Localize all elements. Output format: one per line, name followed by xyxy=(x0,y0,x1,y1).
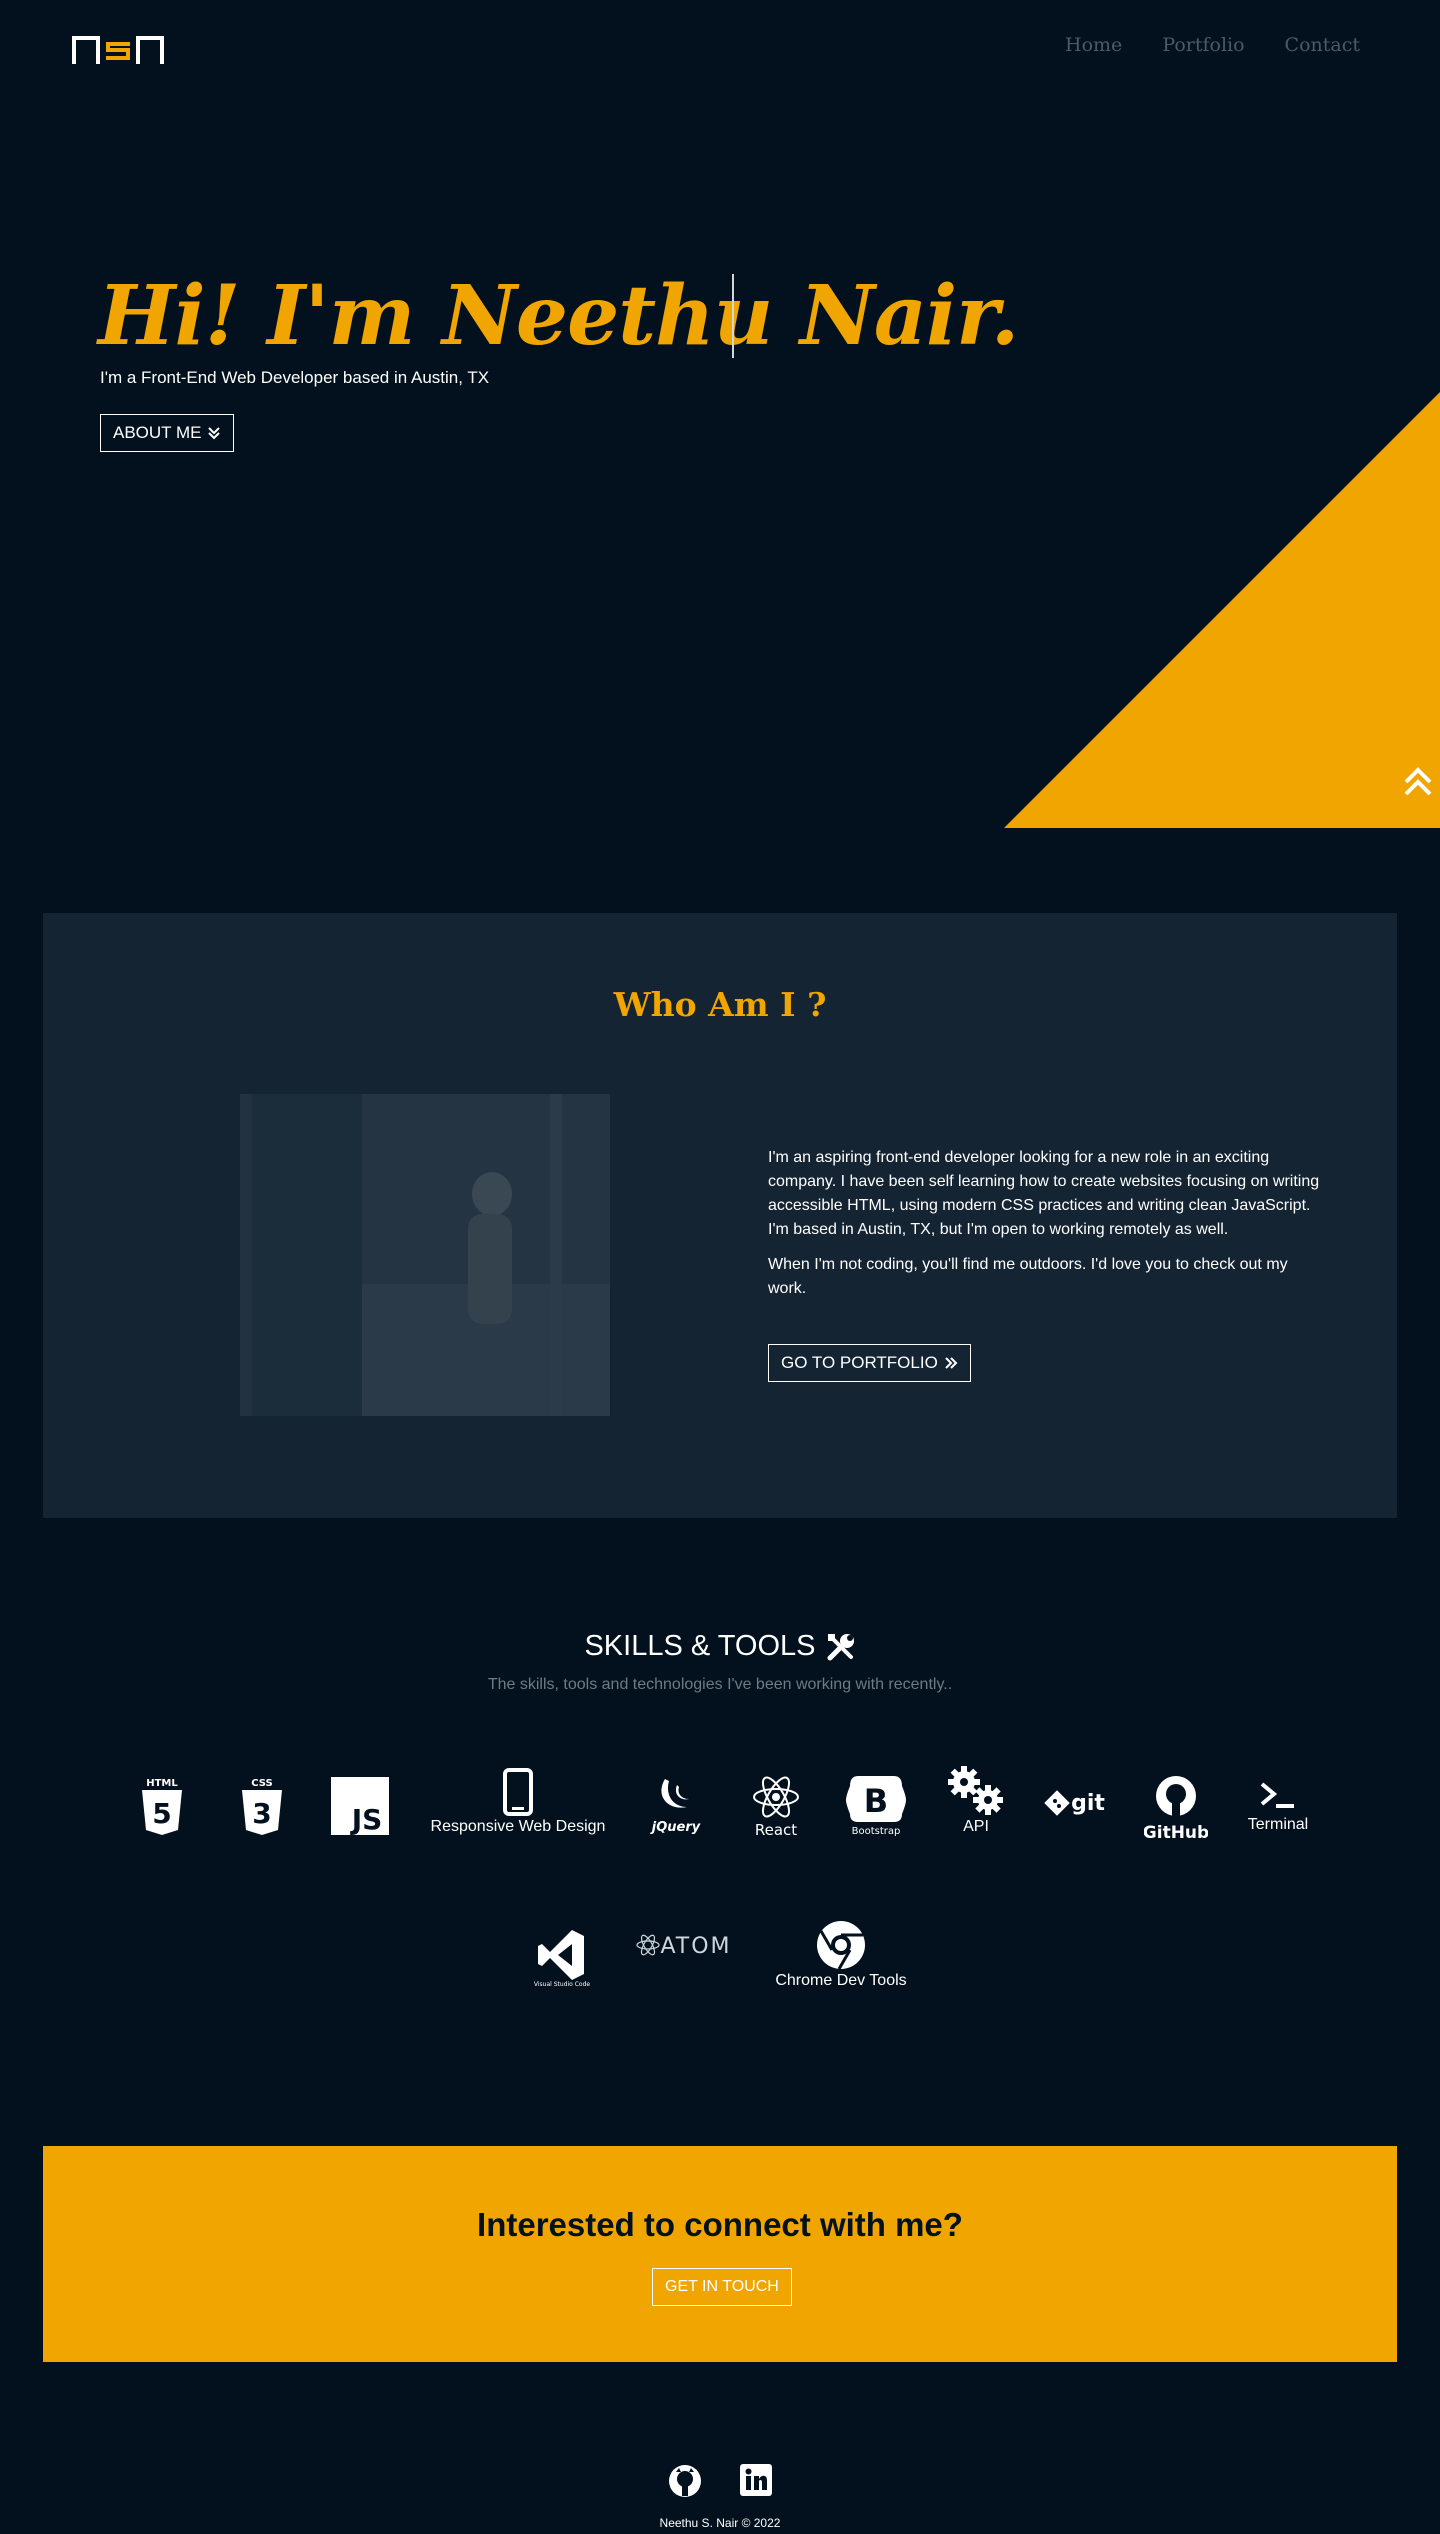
skill-label: Terminal xyxy=(1247,1816,1309,1833)
main-nav: Home Portfolio Contact xyxy=(1065,34,1360,56)
git-icon: git xyxy=(1044,1784,1110,1824)
skills-subtitle: The skills, tools and technologies I've … xyxy=(487,1676,953,1693)
react-icon: React xyxy=(748,1772,804,1838)
typing-cursor xyxy=(732,274,734,358)
about-me-button[interactable]: ABOUT ME xyxy=(100,414,235,452)
nav-contact-link[interactable]: Contact xyxy=(1285,34,1360,56)
css3-icon: CSS 3 xyxy=(238,1774,286,1838)
social-links xyxy=(0,2464,1440,2503)
skill-label: API xyxy=(963,1818,989,1835)
svg-text:B: B xyxy=(864,1782,888,1820)
about-paragraph: When I'm not coding, you'll find me outd… xyxy=(768,1256,1288,1297)
terminal-skill: Terminal xyxy=(1240,1774,1316,1838)
jquery-icon: jQuery xyxy=(646,1772,706,1836)
svg-text:3: 3 xyxy=(252,1797,271,1830)
tools-icon xyxy=(827,1633,854,1660)
linkedin-icon xyxy=(740,2464,772,2496)
hero-subtitle: I'm a Front-End Web Developer based in A… xyxy=(100,368,490,387)
about-title: Who Am I ? xyxy=(613,985,827,1024)
github-icon: GitHub xyxy=(1144,1774,1208,1840)
double-chevron-up-icon[interactable] xyxy=(1402,766,1434,798)
about-paragraph: I'm an aspiring front-end developer look… xyxy=(768,1149,1320,1238)
nav-portfolio-link[interactable]: Portfolio xyxy=(1162,34,1244,56)
svg-text:ATOM: ATOM xyxy=(660,1934,731,1959)
linkedin-link[interactable] xyxy=(740,2464,772,2503)
svg-text:HTML: HTML xyxy=(146,1778,178,1789)
github-icon xyxy=(669,2465,701,2497)
bootstrap-icon: B Bootstrap xyxy=(844,1774,908,1836)
svg-text:jQuery: jQuery xyxy=(650,1820,701,1835)
svg-text:GitHub: GitHub xyxy=(1144,1823,1208,1840)
chrome-icon xyxy=(817,1921,865,1970)
hero-triangle-decoration xyxy=(1004,392,1440,828)
gears-icon xyxy=(948,1766,1003,1815)
site-logo[interactable] xyxy=(72,34,164,66)
vscode-icon: Visual Studio Code xyxy=(534,1928,590,1988)
github-link[interactable] xyxy=(668,2464,702,2503)
skill-label: Responsive Web Design xyxy=(430,1818,606,1835)
javascript-icon: JS xyxy=(330,1776,390,1836)
nav-home-link[interactable]: Home xyxy=(1065,34,1122,56)
svg-text:Bootstrap: Bootstrap xyxy=(852,1826,901,1836)
go-to-portfolio-button[interactable]: GO TO PORTFOLIO xyxy=(768,1344,971,1382)
svg-text:JS: JS xyxy=(350,1803,383,1835)
svg-text:Visual Studio Code: Visual Studio Code xyxy=(534,1981,590,1988)
get-in-touch-button[interactable]: GET IN TOUCH xyxy=(652,2268,792,2306)
skill-label: Chrome Dev Tools xyxy=(775,1972,907,1989)
skills-title: SKILLS & TOOLS xyxy=(584,1630,816,1662)
atom-icon: ATOM xyxy=(636,1930,734,1960)
terminal-icon xyxy=(1260,1782,1294,1808)
chrome-dev-tools-skill: Chrome Dev Tools xyxy=(770,1918,912,1992)
double-chevron-right-icon xyxy=(945,1357,958,1369)
copyright: Neethu S. Nair © 2022 xyxy=(659,2516,781,2530)
svg-text:5: 5 xyxy=(152,1797,171,1830)
svg-text:React: React xyxy=(755,1821,797,1837)
html5-icon: HTML 5 xyxy=(138,1774,186,1838)
mobile-icon xyxy=(503,1768,533,1816)
skills-heading: SKILLS & TOOLS xyxy=(0,1630,1440,1663)
profile-photo xyxy=(240,1094,610,1416)
svg-text:CSS: CSS xyxy=(251,1778,272,1789)
svg-text:git: git xyxy=(1071,1791,1105,1816)
double-chevron-down-icon xyxy=(208,427,221,440)
about-me-label: ABOUT ME xyxy=(113,423,202,442)
responsive-design-skill: Responsive Web Design xyxy=(428,1764,608,1840)
api-skill: API xyxy=(944,1764,1008,1838)
portfolio-button-label: GO TO PORTFOLIO xyxy=(781,1353,938,1372)
hero-title: Hi! I'm Neethu Nair. xyxy=(98,268,1019,364)
about-text: I'm an aspiring front-end developer look… xyxy=(768,1146,1328,1312)
contact-cta-section xyxy=(43,2146,1397,2362)
cta-title: Interested to connect with me? xyxy=(477,2206,963,2243)
